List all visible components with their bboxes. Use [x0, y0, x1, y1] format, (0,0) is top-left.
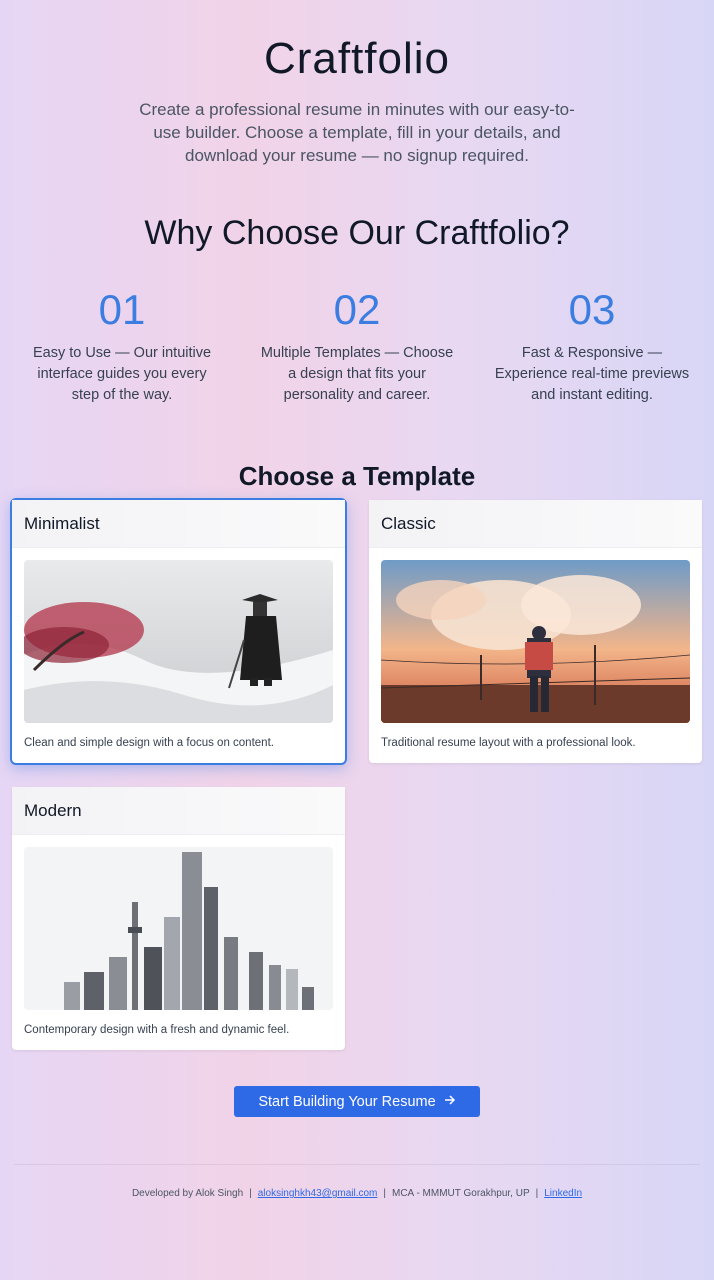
arrow-right-icon: [444, 1094, 456, 1110]
feature-item: 02 Multiple Templates — Choose a design …: [257, 287, 457, 406]
hero-section: Craftfolio Create a professional resume …: [0, 0, 714, 167]
feature-text: Easy to Use — Our intuitive interface gu…: [32, 345, 212, 403]
features-row: 01 Easy to Use — Our intuitive interface…: [0, 287, 714, 406]
footer-separator: |: [383, 1188, 386, 1199]
feature-text: Multiple Templates — Choose a design tha…: [260, 345, 454, 403]
template-card-classic[interactable]: Classic Traditional resume layout with a…: [369, 500, 702, 763]
footer-affiliation: MCA - MMMUT Gorakhpur, UP: [392, 1188, 530, 1199]
footer-separator: |: [535, 1188, 539, 1199]
start-building-label: Start Building Your Resume: [258, 1093, 436, 1110]
feature-number: 02: [333, 286, 381, 333]
template-card-minimalist[interactable]: Minimalist Clean and simple design with …: [10, 498, 347, 765]
app-title: Craftfolio: [263, 34, 451, 83]
feature-item: 03 Fast & Responsive — Experience real-t…: [492, 287, 692, 406]
template-preview-image: [24, 560, 333, 723]
footer-email-link[interactable]: aloksinghkh43@gmail.com: [258, 1188, 378, 1199]
feature-number: 03: [568, 286, 616, 333]
hero-subtitle: Create a professional resume in minutes …: [139, 100, 575, 165]
template-card-title: Modern: [12, 787, 345, 835]
feature-item: 01 Easy to Use — Our intuitive interface…: [22, 287, 222, 406]
template-card-title: Minimalist: [12, 500, 345, 548]
template-card-title: Classic: [369, 500, 702, 548]
feature-text: Fast & Responsive — Experience real-time…: [494, 345, 690, 403]
template-card-desc: Traditional resume layout with a profess…: [381, 737, 636, 749]
template-card-modern[interactable]: Modern Contemporary design with a fresh …: [12, 787, 345, 1050]
footer: Developed by Alok Singh | aloksinghkh43@gm…: [0, 1188, 714, 1199]
template-preview-image: [24, 847, 333, 1010]
footer-divider: [14, 1164, 700, 1165]
footer-developer: Developed by Alok Singh: [131, 1188, 244, 1199]
feature-number: 01: [98, 286, 146, 333]
template-card-desc: Clean and simple design with a focus on …: [24, 737, 274, 749]
start-building-button[interactable]: Start Building Your Resume: [234, 1086, 480, 1117]
template-card-desc: Contemporary design with a fresh and dyn…: [24, 1024, 290, 1036]
template-preview-image: [381, 560, 690, 723]
footer-separator: |: [249, 1188, 252, 1199]
footer-linkedin-link[interactable]: LinkedIn: [544, 1188, 582, 1199]
templates-title: Choose a Template: [238, 461, 476, 491]
why-title: Why Choose Our Craftfolio?: [144, 214, 570, 252]
